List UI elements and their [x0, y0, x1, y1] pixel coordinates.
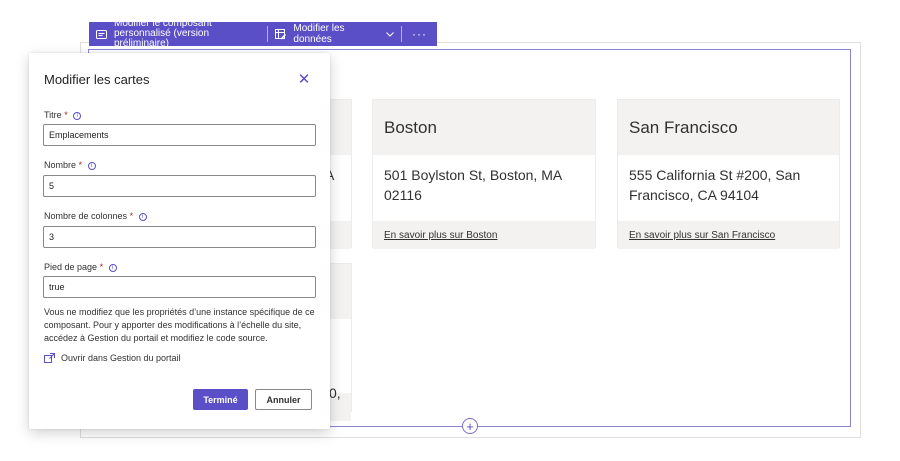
instance-note: Vous ne modifiez que les propriétés d’un… [44, 307, 315, 343]
columns-input[interactable] [43, 226, 316, 248]
required-marker: * [78, 160, 83, 170]
title-input[interactable] [43, 124, 316, 146]
done-button[interactable]: Terminé [193, 389, 248, 410]
count-field-label: Nombre * i [44, 160, 96, 170]
info-icon[interactable]: i [73, 112, 82, 120]
cancel-button[interactable]: Annuler [255, 389, 312, 410]
footer-input[interactable] [43, 276, 316, 298]
open-external-icon [44, 353, 55, 363]
component-icon [96, 29, 107, 39]
title-field-label: Titre * i [44, 110, 82, 120]
more-options-button[interactable]: ··· [402, 22, 437, 46]
info-icon[interactable]: i [138, 213, 147, 221]
info-icon[interactable]: i [87, 162, 96, 170]
location-card-san-francisco: San Francisco 555 California St #200, Sa… [617, 99, 840, 249]
required-marker: * [129, 211, 134, 221]
card-footer: En savoir plus sur San Francisco [618, 221, 839, 249]
open-portal-management-link[interactable]: Ouvrir dans Gestion du portail [44, 353, 181, 363]
chevron-down-icon [386, 31, 394, 37]
location-card-boston: Boston 501 Boylston St, Boston, MA 02116… [372, 99, 596, 249]
table-edit-icon [275, 28, 287, 40]
learn-more-link[interactable]: En savoir plus sur San Francisco [629, 230, 775, 241]
card-footer: En savoir plus sur Boston [373, 221, 595, 249]
columns-field-label: Nombre de colonnes * i [44, 211, 147, 221]
card-address-fragment: 0, [329, 385, 341, 401]
close-icon[interactable]: ✕ [297, 72, 311, 87]
required-marker: * [99, 262, 104, 272]
footer-field-label: Pied de page * i [44, 262, 117, 272]
field-label-text: Nombre de colonnes [44, 211, 128, 221]
open-portal-management-label: Ouvrir dans Gestion du portail [61, 353, 181, 363]
edit-component-label-line2: personnalisé (version préliminaire) [114, 28, 210, 49]
field-label-text: Pied de page [44, 262, 98, 272]
info-icon[interactable]: i [108, 264, 117, 272]
edit-data-label: Modifier les données [293, 23, 345, 45]
component-toolbar: Modifier le composant personnalisé (vers… [89, 19, 437, 49]
learn-more-link[interactable]: En savoir plus sur Boston [384, 230, 497, 241]
edit-component-label: Modifier le composant personnalisé (vers… [114, 19, 260, 49]
field-label-text: Titre [44, 110, 62, 120]
edit-data-button[interactable]: Modifier les données [268, 22, 401, 46]
card-address: 555 California St #200, San Francisco, C… [629, 167, 801, 203]
panel-title: Modifier les cartes [44, 72, 150, 87]
field-label-text: Nombre [44, 160, 77, 170]
required-marker: * [64, 110, 68, 120]
count-input[interactable] [43, 175, 316, 197]
edit-cards-panel: Modifier les cartes ✕ Titre * i Nombre *… [29, 53, 330, 429]
add-section-button[interactable]: + [462, 418, 478, 434]
card-title: Boston [373, 100, 595, 155]
card-title: San Francisco [618, 100, 839, 155]
card-address: 501 Boylston St, Boston, MA 02116 [384, 167, 562, 203]
edit-component-button[interactable]: Modifier le composant personnalisé (vers… [89, 19, 267, 49]
